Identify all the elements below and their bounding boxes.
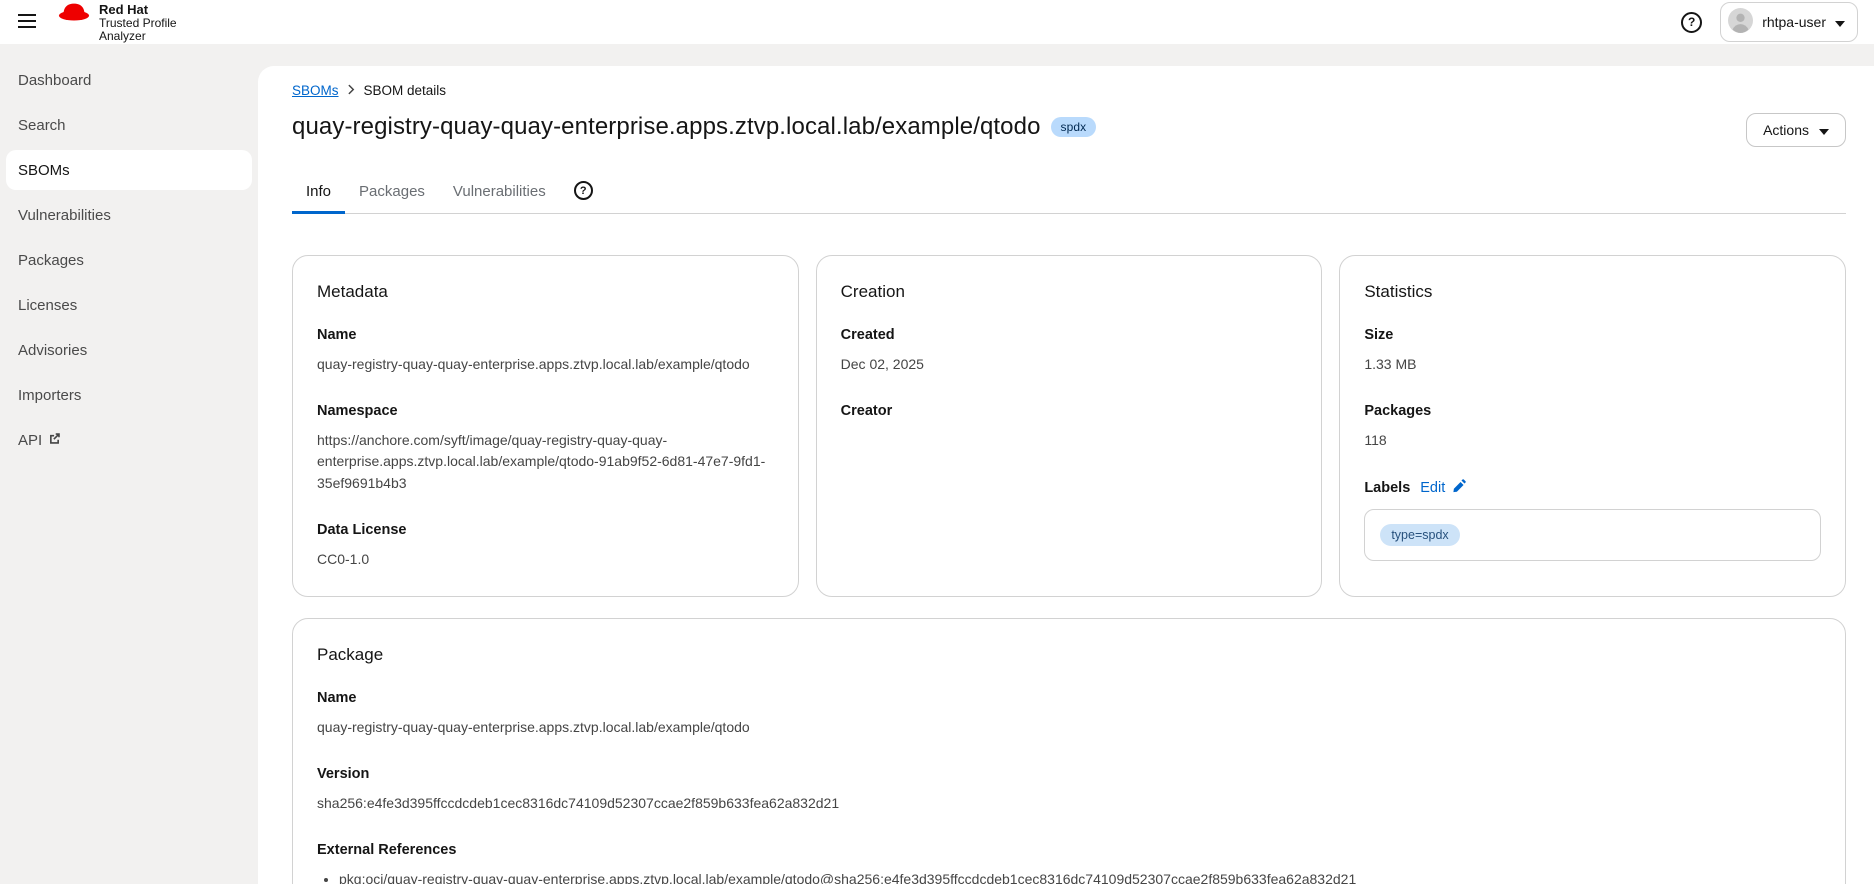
data-license-value: CC0-1.0	[317, 550, 370, 567]
package-card: Package Name quay-registry-quay-quay-ent…	[292, 618, 1846, 884]
created-label: Created	[840, 327, 895, 343]
caret-down-icon	[1819, 122, 1829, 138]
help-button[interactable]: ?	[1681, 11, 1703, 33]
creation-card: Creation Created Dec 02, 2025 Creator	[815, 255, 1323, 598]
package-version-value: sha256:e4fe3d395ffccdcdeb1cec8316dc74109…	[317, 795, 840, 812]
sidebar-item-sboms[interactable]: SBOMs	[6, 150, 252, 190]
creator-label: Creator	[840, 402, 893, 419]
labels-label: Labels	[1364, 479, 1411, 496]
packages-value: 118	[1364, 431, 1387, 448]
size-value: 1.33 MB	[1364, 356, 1417, 372]
metadata-card-title: Metadata	[317, 282, 388, 301]
size-field: Size 1.33 MB	[1364, 327, 1821, 376]
external-references-field: External References pkg:oci/quay-registr…	[317, 842, 1821, 884]
sidebar-item-packages[interactable]: Packages	[0, 238, 258, 283]
avatar-icon	[1728, 8, 1754, 36]
sidebar-item-search[interactable]: Search	[0, 103, 258, 148]
breadcrumb: SBOMs SBOM details	[292, 83, 1846, 98]
package-card-title: Package	[317, 645, 384, 665]
edit-labels-label: Edit	[1420, 479, 1446, 496]
labels-box: type=spdx	[1364, 509, 1821, 562]
package-name-value: quay-registry-quay-quay-enterprise.apps.…	[317, 719, 750, 736]
external-references-label: External References	[317, 841, 457, 858]
hamburger-menu-button[interactable]	[12, 8, 42, 37]
package-version-label: Version	[317, 766, 370, 783]
sidebar-item-advisories[interactable]: Advisories	[0, 328, 258, 373]
breadcrumb-current: SBOM details	[363, 83, 447, 98]
tabs-help-button[interactable]: ?	[573, 181, 593, 200]
tabs-bar: Info Packages Vulnerabilities ?	[292, 174, 1846, 214]
external-references-list: pkg:oci/quay-registry-quay-quay-enterpri…	[339, 869, 1821, 884]
brand-text: Red Hat Trusted Profile Analyzer	[99, 1, 177, 43]
sidebar-item-licenses[interactable]: Licenses	[0, 283, 258, 328]
brand-line-3: Analyzer	[99, 29, 146, 44]
labels-field: Labels Edit type=spdx	[1364, 478, 1821, 562]
sidebar-item-api[interactable]: API	[0, 418, 258, 463]
page-title: quay-registry-quay-quay-enterprise.apps.…	[292, 113, 1097, 141]
sidebar-item-api-label: API	[18, 432, 43, 449]
name-label: Name	[317, 327, 357, 343]
app-root: Red Hat Trusted Profile Analyzer ? rhtpa…	[0, 0, 1874, 884]
external-link-icon	[48, 432, 61, 449]
package-name-label: Name	[317, 690, 357, 707]
redhat-logo[interactable]: Red Hat Trusted Profile Analyzer	[58, 1, 177, 43]
pencil-icon	[1452, 478, 1467, 497]
created-value: Dec 02, 2025	[840, 356, 924, 372]
redhat-fedora-icon	[58, 1, 90, 29]
chevron-right-icon	[347, 83, 355, 98]
sidebar-item-importers[interactable]: Importers	[0, 373, 258, 418]
tab-info[interactable]: Info	[292, 174, 346, 214]
created-field: Created Dec 02, 2025	[841, 327, 1298, 376]
user-name: rhtpa-user	[1762, 14, 1826, 30]
sidebar: Dashboard Search SBOMs Vulnerabilities P…	[0, 44, 258, 884]
metadata-name-field: Name quay-registry-quay-quay-enterprise.…	[317, 327, 774, 376]
brand-line-1: Red Hat	[99, 2, 149, 18]
size-label: Size	[1364, 327, 1394, 343]
masthead: Red Hat Trusted Profile Analyzer ? rhtpa…	[0, 0, 1874, 44]
shell: Dashboard Search SBOMs Vulnerabilities P…	[0, 44, 1874, 884]
sidebar-item-vulnerabilities[interactable]: Vulnerabilities	[0, 193, 258, 238]
breadcrumb-link-sboms[interactable]: SBOMs	[292, 83, 339, 98]
sidebar-item-dashboard[interactable]: Dashboard	[0, 58, 258, 103]
data-license-label: Data License	[317, 521, 407, 538]
package-version-field: Version sha256:e4fe3d395ffccdcdeb1cec831…	[317, 766, 1821, 815]
packages-label: Packages	[1364, 402, 1432, 419]
title-row: quay-registry-quay-quay-enterprise.apps.…	[292, 113, 1846, 147]
info-cards-row: Metadata Name quay-registry-quay-quay-en…	[292, 255, 1846, 598]
labels-head: Labels Edit	[1364, 478, 1821, 497]
metadata-namespace-field: Namespace https://anchore.com/syft/image…	[317, 403, 774, 495]
metadata-license-field: Data License CC0-1.0	[317, 522, 774, 571]
tab-packages[interactable]: Packages	[345, 174, 439, 214]
edit-labels-link[interactable]: Edit	[1420, 478, 1467, 497]
user-menu-button[interactable]: rhtpa-user	[1720, 2, 1858, 42]
creation-card-title: Creation	[840, 282, 905, 301]
statistics-card-title: Statistics	[1364, 282, 1433, 301]
creator-field: Creator	[841, 403, 1298, 419]
actions-button[interactable]: Actions	[1746, 113, 1846, 147]
question-circle-icon: ?	[1681, 11, 1703, 33]
name-value: quay-registry-quay-quay-enterprise.apps.…	[317, 356, 750, 372]
namespace-value: https://anchore.com/syft/image/quay-regi…	[317, 431, 766, 492]
question-circle-icon: ?	[573, 181, 593, 200]
metadata-card: Metadata Name quay-registry-quay-quay-en…	[292, 255, 799, 598]
masthead-left: Red Hat Trusted Profile Analyzer	[12, 1, 177, 43]
external-reference-item: pkg:oci/quay-registry-quay-quay-enterpri…	[339, 869, 1821, 884]
actions-button-label: Actions	[1763, 122, 1809, 138]
spdx-badge: spdx	[1050, 117, 1097, 137]
label-chip: type=spdx	[1380, 524, 1460, 547]
package-name-field: Name quay-registry-quay-quay-enterprise.…	[317, 690, 1821, 739]
tab-vulnerabilities[interactable]: Vulnerabilities	[439, 174, 560, 214]
namespace-label: Namespace	[317, 402, 398, 419]
statistics-card: Statistics Size 1.33 MB Packages 118 Lab…	[1339, 255, 1846, 598]
masthead-right: ? rhtpa-user	[1681, 2, 1858, 42]
page-title-text: quay-registry-quay-quay-enterprise.apps.…	[292, 113, 1041, 140]
main-panel: SBOMs SBOM details quay-registry-quay-qu…	[258, 66, 1874, 884]
hamburger-icon	[18, 13, 36, 31]
packages-field: Packages 118	[1364, 403, 1821, 452]
chevron-down-icon	[1835, 14, 1845, 30]
